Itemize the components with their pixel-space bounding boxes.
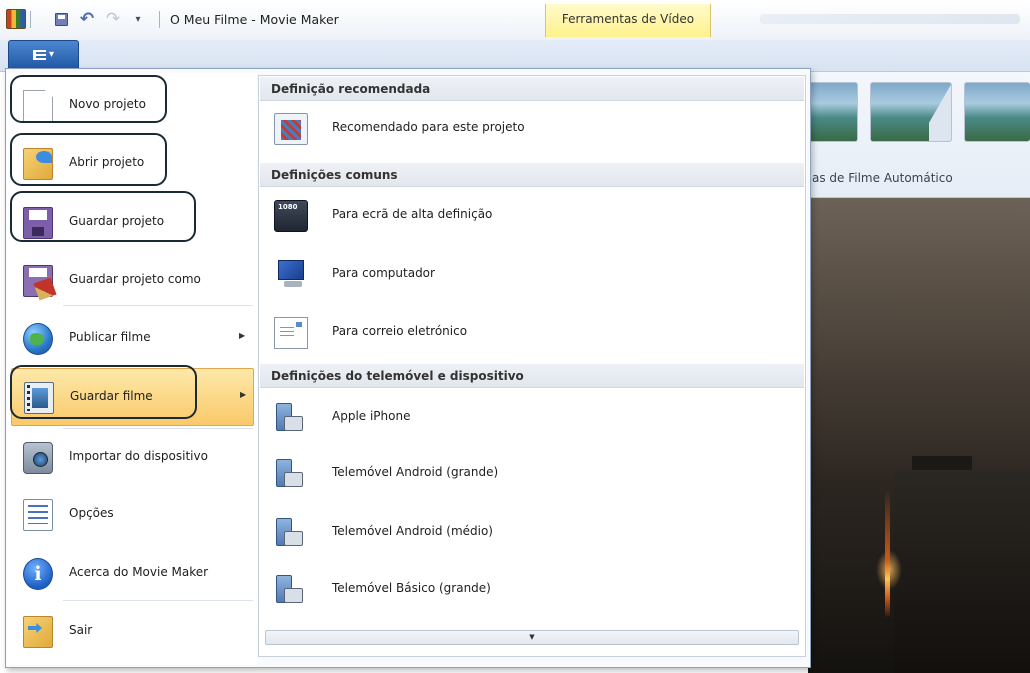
- window-title: O Meu Filme - Movie Maker: [170, 12, 339, 27]
- submenu-item-label: Para correio eletrónico: [332, 324, 468, 338]
- submenu-item-apple-iphone[interactable]: Apple iPhone: [260, 393, 804, 443]
- save-icon: [54, 12, 68, 26]
- menu-item-label: Guardar projeto como: [69, 272, 201, 286]
- menu-item-exit[interactable]: Sair: [11, 603, 254, 661]
- menu-item-import-device[interactable]: Importar do dispositivo: [11, 429, 254, 487]
- menu-item-label: Sair: [69, 623, 93, 637]
- submenu-item-computer[interactable]: Para computador: [260, 250, 804, 300]
- automovie-theme-thumbnail[interactable]: [964, 82, 1030, 142]
- customize-icon: ▾: [135, 13, 141, 25]
- undo-icon: ↶: [79, 9, 95, 29]
- submenu-item-hd-display[interactable]: Para ecrã de alta definição: [260, 191, 804, 241]
- automovie-theme-thumbnail[interactable]: [808, 82, 858, 142]
- menu-item-label: Publicar filme: [69, 330, 151, 344]
- toolbar-separator: [30, 11, 31, 28]
- redo-button[interactable]: ↷: [104, 9, 122, 29]
- info-icon: i: [23, 558, 53, 590]
- section-header-recommended: Definição recomendada: [260, 77, 804, 101]
- email-icon: [274, 317, 308, 349]
- exit-icon: [23, 616, 53, 648]
- context-tab-video-tools[interactable]: Ferramentas de Vídeo: [545, 4, 711, 37]
- app-menu-button[interactable]: ▾: [8, 40, 79, 68]
- hd-display-icon: [274, 200, 308, 232]
- annotation-callout: [10, 191, 196, 242]
- annotation-callout: [10, 133, 167, 186]
- menu-item-label: Importar do dispositivo: [69, 449, 208, 463]
- preview-building: [894, 456, 1030, 673]
- phone-icon: [274, 517, 308, 549]
- recommended-icon: [274, 113, 308, 145]
- submenu-item-android-large[interactable]: Telemóvel Android (grande): [260, 449, 804, 499]
- section-header-phone-device: Definições do telemóvel e dispositivo: [260, 364, 804, 388]
- annotation-callout: [10, 365, 197, 419]
- menu-separator: [63, 600, 253, 601]
- menu-item-publish-movie[interactable]: Publicar filme ▶: [11, 310, 254, 368]
- submenu-item-label: Apple iPhone: [332, 409, 411, 423]
- submenu-arrow-icon: ▶: [239, 331, 246, 340]
- options-icon: [23, 499, 53, 531]
- scroll-down-button[interactable]: ▼: [265, 630, 799, 645]
- submenu-arrow-icon: ▶: [240, 390, 247, 399]
- menu-item-label: Acerca do Movie Maker: [69, 565, 209, 579]
- submenu-item-label: Telemóvel Android (médio): [332, 524, 493, 538]
- chevron-down-icon: ▾: [48, 49, 55, 60]
- section-header-common: Definições comuns: [260, 163, 804, 187]
- submenu-item-label: Recomendado para este projeto: [332, 120, 525, 134]
- menu-item-about[interactable]: i Acerca do Movie Maker: [11, 545, 254, 603]
- annotation-callout: [10, 75, 167, 123]
- camera-icon: [23, 442, 53, 474]
- submenu-item-label: Telemóvel Android (grande): [332, 465, 499, 479]
- movie-maker-logo-icon: [6, 9, 26, 29]
- app-menu-icon: [32, 49, 46, 60]
- submenu-item-basic-phone-large[interactable]: Telemóvel Básico (grande): [260, 565, 804, 615]
- submenu-item-label: Telemóvel Básico (grande): [332, 581, 491, 595]
- title-bar: ↶ ↷ ▾ O Meu Filme - Movie Maker Ferramen…: [0, 0, 1030, 40]
- submenu-item-label: Para ecrã de alta definição: [332, 207, 493, 221]
- ribbon-group-label: as de Filme Automático: [812, 171, 953, 185]
- save-as-icon: [23, 265, 53, 297]
- automovie-theme-thumbnail[interactable]: [870, 82, 952, 142]
- submenu-item-android-medium[interactable]: Telemóvel Android (médio): [260, 508, 804, 558]
- menu-separator: [63, 305, 253, 306]
- phone-icon: [274, 402, 308, 434]
- menu-item-options[interactable]: Opções: [11, 486, 254, 544]
- globe-icon: [23, 323, 53, 355]
- redo-icon: ↷: [105, 9, 121, 29]
- phone-icon: [274, 458, 308, 490]
- chevron-down-icon: ▼: [529, 633, 535, 641]
- phone-icon: [274, 574, 308, 606]
- undo-button[interactable]: ↶: [78, 9, 96, 29]
- window-title-blurred-area: [760, 14, 1020, 24]
- menu-item-label: Opções: [69, 506, 114, 520]
- menu-item-save-project-as[interactable]: Guardar projeto como: [11, 252, 254, 310]
- submenu-item-label: Para computador: [332, 266, 435, 280]
- quick-save-button[interactable]: [52, 10, 70, 28]
- submenu-item-recommended[interactable]: Recomendado para este projeto: [260, 104, 804, 154]
- submenu-item-email[interactable]: Para correio eletrónico: [260, 308, 804, 358]
- toolbar-separator: [159, 11, 160, 28]
- preview-spire: [885, 488, 890, 618]
- save-movie-submenu: Definição recomendada Recomendado para e…: [258, 75, 806, 657]
- customize-quick-access-button[interactable]: ▾: [129, 10, 147, 28]
- computer-icon: [274, 259, 308, 291]
